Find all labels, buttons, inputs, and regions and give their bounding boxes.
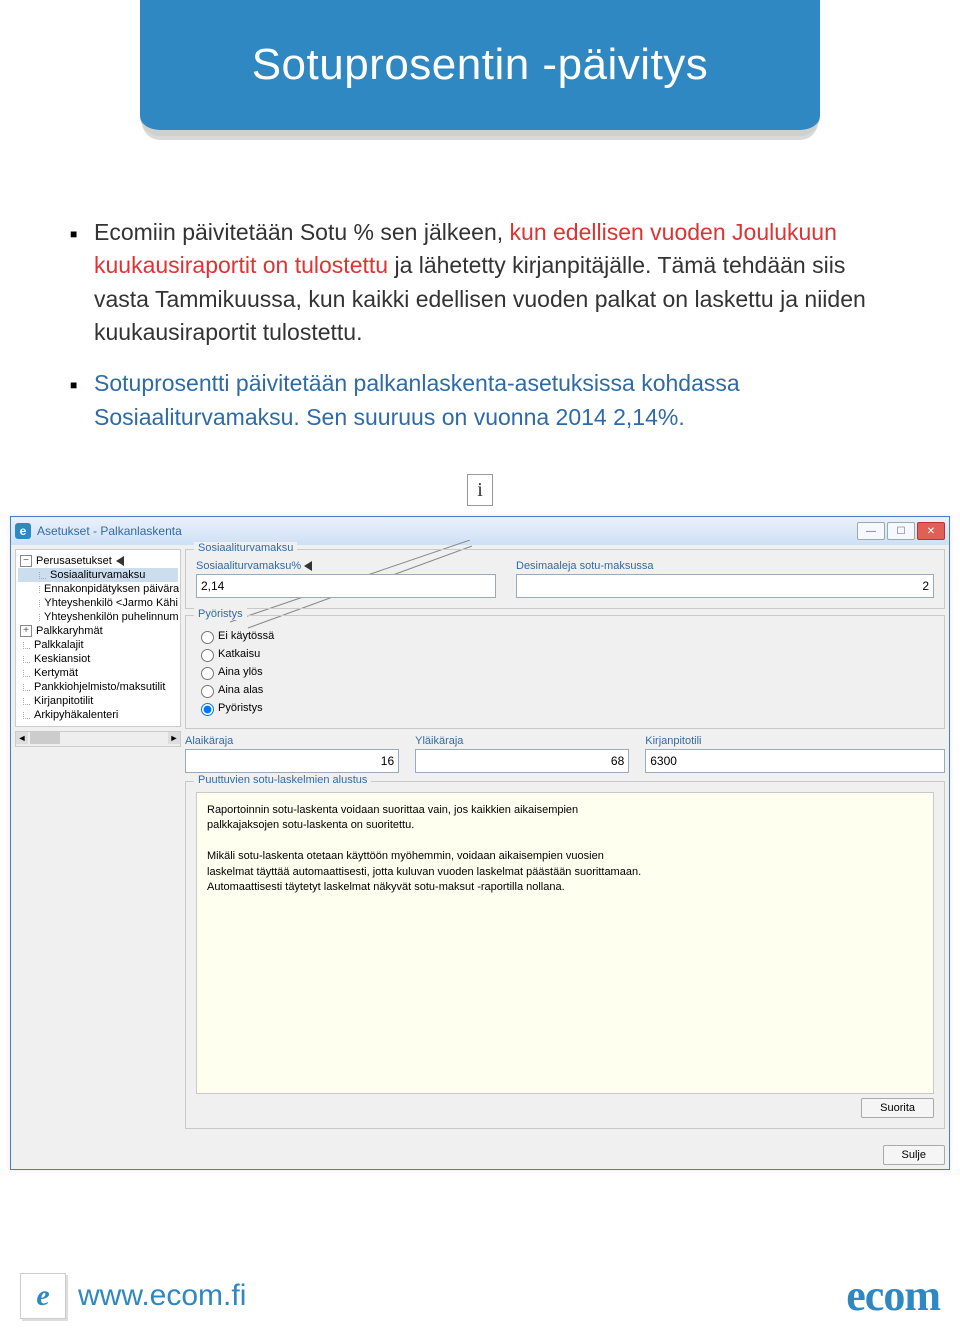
- pointer-marker-icon: [116, 556, 124, 566]
- pointer-marker-icon: [304, 561, 312, 571]
- footer: e www.ecom.fi ecom: [20, 1270, 940, 1321]
- tree-item-sosiaaliturvamaksu[interactable]: Sosiaaliturvamaksu: [18, 568, 178, 582]
- rounding-option[interactable]: Ei käytössä: [196, 628, 934, 644]
- titlebar: e Asetukset - Palkanlaskenta — ☐ ✕: [11, 517, 949, 545]
- brand-icon: e: [20, 1273, 66, 1319]
- tree-item-yhteyshenkilo-puh[interactable]: Yhteyshenkilön puhelinnum: [18, 610, 178, 624]
- window-title: Asetukset - Palkanlaskenta: [37, 524, 857, 538]
- rounding-option[interactable]: Katkaisu: [196, 646, 934, 662]
- group-pyoristys: Pyöristys Ei käytössä Katkaisu Aina ylös Ai…: [185, 615, 945, 729]
- slide-title-block: Sotuprosentin -päivitys: [140, 0, 820, 136]
- close-button[interactable]: ✕: [917, 522, 945, 540]
- decimals-label: Desimaaleja sotu-maksussa: [516, 560, 934, 572]
- sotu-percent-input[interactable]: [196, 574, 496, 598]
- group-label: Sosiaaliturvamaksu: [194, 542, 297, 554]
- group-puuttuvat: Puuttuvien sotu-laskelmien alustus Rapor…: [185, 781, 945, 1129]
- form-area: Sosiaaliturvamaksu Sosiaaliturvamaksu% D…: [185, 549, 945, 1165]
- rounding-option[interactable]: Aina ylös: [196, 664, 934, 680]
- tree-item-yhteyshenkilo[interactable]: Yhteyshenkilö <Jarmo Kähi: [18, 596, 178, 610]
- info-textbox: Raportoinnin sotu-laskenta voidaan suori…: [196, 792, 934, 1094]
- bullet-marker: ■: [70, 226, 94, 349]
- sotu-percent-label: Sosiaaliturvamaksu%: [196, 560, 496, 572]
- tree-item-keskiansiot[interactable]: Keskiansiot: [18, 652, 178, 666]
- kirjanpitotili-input[interactable]: [645, 749, 945, 773]
- minimize-button[interactable]: —: [857, 522, 885, 540]
- tree-root-perusasetukset[interactable]: −Perusasetukset: [18, 554, 178, 568]
- bullet-1: ■ Ecomiin päivitetään Sotu % sen jälkeen…: [70, 216, 890, 349]
- brand-logo: ecom: [846, 1270, 940, 1321]
- expand-icon[interactable]: +: [20, 625, 32, 637]
- decimals-input[interactable]: [516, 574, 934, 598]
- rounding-option[interactable]: Pyöristys: [196, 700, 934, 716]
- rounding-option[interactable]: Aina alas: [196, 682, 934, 698]
- tree-item-pankkiohjelmisto[interactable]: Pankkiohjelmisto/maksutilit: [18, 680, 178, 694]
- alaikaraja-label: Alaikäraja: [185, 735, 399, 747]
- bullet-2-text: Sotuprosentti päivitetään palkanlaskenta…: [94, 370, 740, 429]
- group-label: Pyöristys: [194, 608, 247, 620]
- settings-window: e Asetukset - Palkanlaskenta — ☐ ✕ −Peru…: [10, 516, 950, 1170]
- ylaikaraja-label: Yläikäraja: [415, 735, 629, 747]
- tree-item-kirjanpitotilit[interactable]: Kirjanpitotilit: [18, 694, 178, 708]
- scroll-left-icon[interactable]: ◄: [16, 732, 28, 744]
- sulje-button[interactable]: Sulje: [883, 1145, 945, 1165]
- tree-item-palkkalajit[interactable]: Palkkalajit: [18, 638, 178, 652]
- collapse-icon[interactable]: −: [20, 555, 32, 567]
- settings-tree[interactable]: −Perusasetukset Sosiaaliturvamaksu Ennak…: [15, 549, 181, 727]
- scroll-thumb[interactable]: [30, 732, 60, 744]
- info-text-1: Raportoinnin sotu-laskenta voidaan suori…: [207, 803, 647, 834]
- rounding-radio[interactable]: [201, 667, 214, 680]
- tree-root-palkkaryhmat[interactable]: +Palkkaryhmät: [18, 624, 178, 638]
- info-callout: i: [467, 474, 493, 506]
- app-icon: e: [15, 523, 31, 539]
- kirjanpitotili-label: Kirjanpitotili: [645, 735, 945, 747]
- alaikaraja-input[interactable]: [185, 749, 399, 773]
- rounding-radio[interactable]: [201, 649, 214, 662]
- tree-item-ennakonpidatys[interactable]: Ennakonpidätyksen päivära: [18, 582, 178, 596]
- slide-title: Sotuprosentin -päivitys: [170, 40, 790, 90]
- brand-url: www.ecom.fi: [78, 1279, 246, 1313]
- ylaikaraja-input[interactable]: [415, 749, 629, 773]
- group-sosiaaliturvamaksu: Sosiaaliturvamaksu Sosiaaliturvamaksu% D…: [185, 549, 945, 609]
- tree-item-kertymat[interactable]: Kertymät: [18, 666, 178, 680]
- bullet-2: ■ Sotuprosentti päivitetään palkanlasken…: [70, 367, 890, 434]
- suorita-button[interactable]: Suorita: [861, 1098, 934, 1118]
- info-text-2: Mikäli sotu-laskenta otetaan käyttöön my…: [207, 849, 647, 895]
- group-label: Puuttuvien sotu-laskelmien alustus: [194, 774, 371, 786]
- rounding-radio[interactable]: [201, 703, 214, 716]
- tree-horizontal-scrollbar[interactable]: ◄ ►: [15, 731, 181, 747]
- bullet-list: ■ Ecomiin päivitetään Sotu % sen jälkeen…: [70, 216, 890, 434]
- tree-item-arkipyhakalenteri[interactable]: Arkipyhäkalenteri: [18, 708, 178, 722]
- bullet-marker: ■: [70, 377, 94, 434]
- scroll-right-icon[interactable]: ►: [168, 732, 180, 744]
- bullet-1-text-a: Ecomiin päivitetään Sotu % sen jälkeen,: [94, 219, 510, 245]
- rounding-radio[interactable]: [201, 685, 214, 698]
- rounding-radio[interactable]: [201, 631, 214, 644]
- maximize-button[interactable]: ☐: [887, 522, 915, 540]
